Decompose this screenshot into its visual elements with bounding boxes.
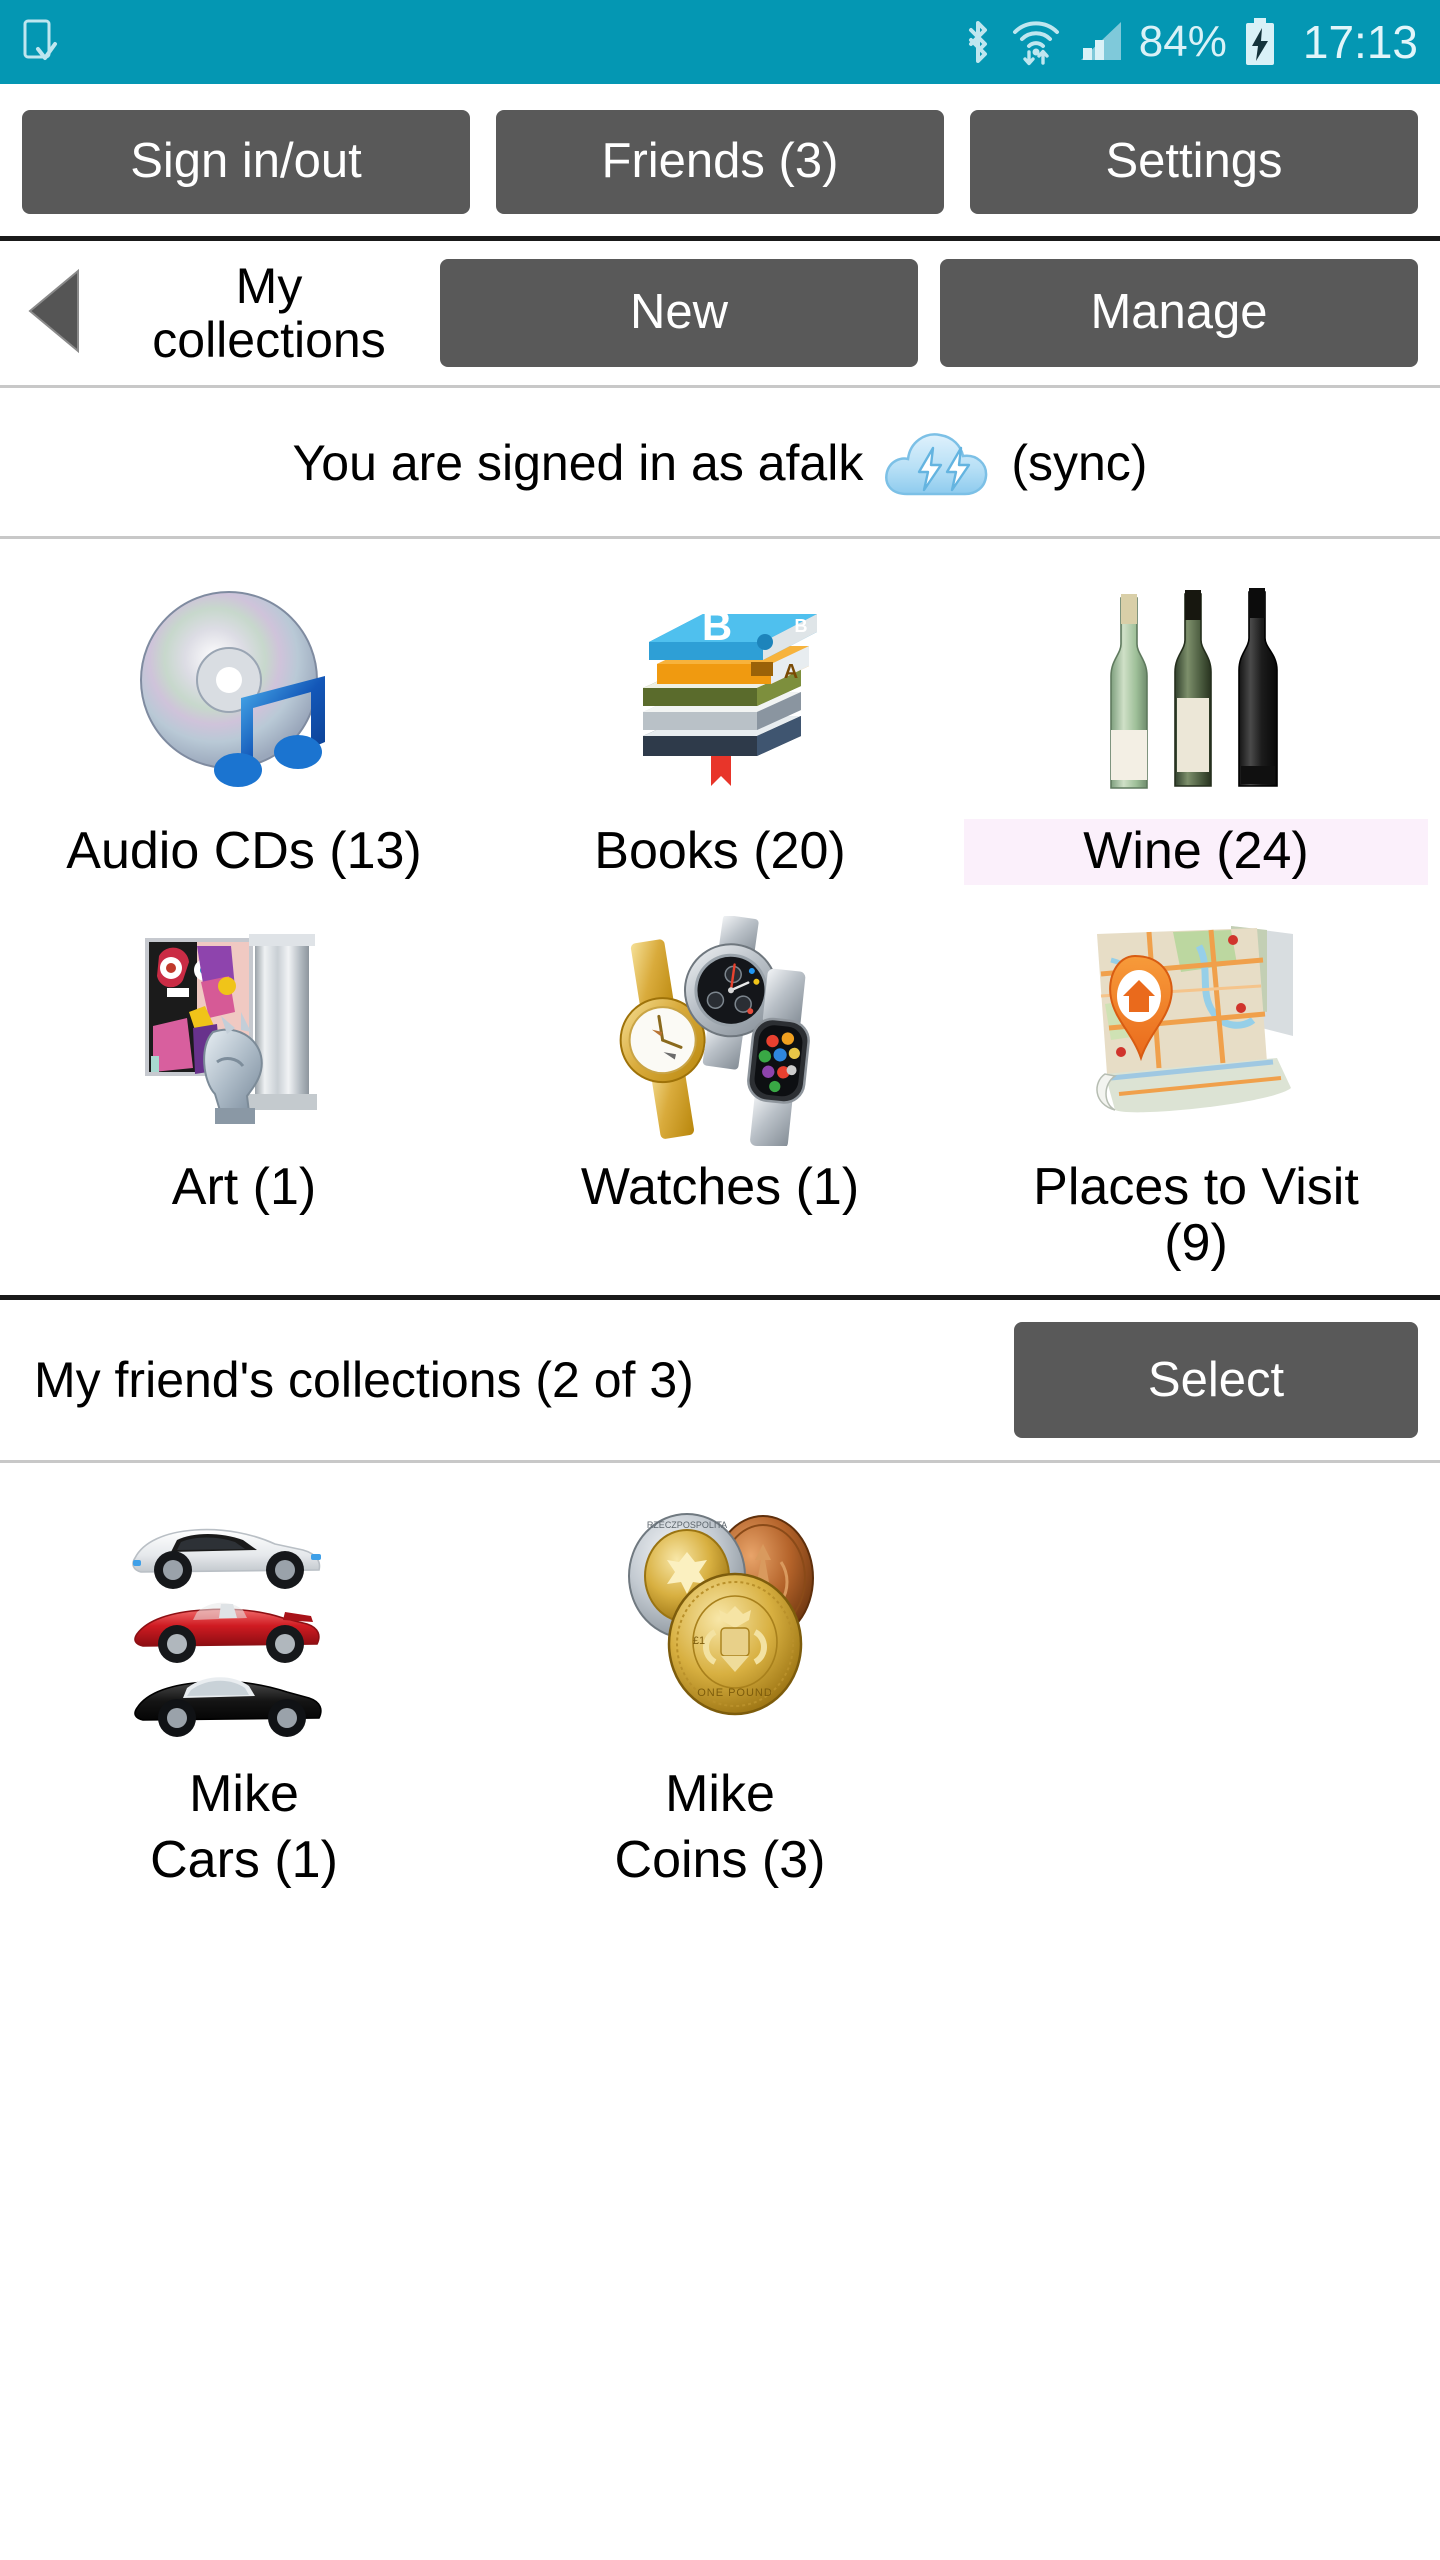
books-stack-icon: A B B bbox=[488, 571, 952, 819]
collection-label: Watches (1) bbox=[580, 1158, 860, 1217]
friend-collection-item-coins[interactable]: RZECZPOSPOLITA ONE POUND £1 Mike Coins (… bbox=[482, 1485, 958, 1898]
collection-label: Books (20) bbox=[594, 822, 846, 880]
friend-collection-label: Cars (1) bbox=[150, 1830, 338, 1889]
svg-text:B: B bbox=[795, 616, 808, 636]
friend-collection-owner: Mike bbox=[189, 1765, 299, 1824]
battery-percent-label: 84% bbox=[1138, 17, 1227, 66]
back-triangle-icon bbox=[24, 267, 88, 360]
manage-collections-button[interactable]: Manage bbox=[940, 259, 1418, 367]
collection-label: Audio CDs (13) bbox=[66, 822, 422, 880]
settings-button[interactable]: Settings bbox=[970, 110, 1418, 214]
status-bar-right: 84% 17:13 bbox=[961, 15, 1418, 69]
svg-text:RZECZPOSPOLITA: RZECZPOSPOLITA bbox=[647, 1520, 727, 1530]
collection-item-books[interactable]: A B B Books (20) bbox=[482, 557, 958, 893]
svg-text:ONE POUND: ONE POUND bbox=[697, 1687, 773, 1699]
art-painting-icon bbox=[12, 907, 476, 1155]
sync-label[interactable]: (sync) bbox=[1011, 434, 1147, 492]
collection-item-art[interactable]: Art (1) bbox=[6, 893, 482, 1285]
svg-text:£1: £1 bbox=[693, 1635, 705, 1647]
audio-cd-icon bbox=[12, 571, 476, 819]
cellular-signal-icon bbox=[1077, 20, 1123, 64]
back-button[interactable] bbox=[14, 261, 98, 365]
friends-section-title: My friend's collections (2 of 3) bbox=[34, 1352, 694, 1409]
battery-charging-icon bbox=[1243, 17, 1277, 67]
svg-text:B: B bbox=[702, 602, 732, 649]
friend-collections-grid: Mike Cars (1) RZECZPOSPOLITA ONE POUND £… bbox=[0, 1463, 1440, 1908]
map-pin-icon bbox=[964, 907, 1428, 1155]
watches-icon bbox=[488, 907, 952, 1155]
cars-icon bbox=[12, 1499, 476, 1759]
svg-text:A: A bbox=[784, 661, 798, 683]
new-collection-button[interactable]: New bbox=[440, 259, 918, 367]
account-status-bar: You are signed in as afalk (sync) bbox=[0, 388, 1440, 536]
friend-collection-owner: Mike bbox=[665, 1765, 775, 1824]
clock-label: 17:13 bbox=[1302, 16, 1418, 68]
collection-label: Places to Visit (9) bbox=[1033, 1158, 1359, 1273]
wine-bottles-icon bbox=[964, 571, 1428, 819]
page-title: My collections bbox=[152, 258, 386, 368]
bluetooth-icon bbox=[961, 18, 995, 66]
collection-item-places-to-visit[interactable]: Places to Visit (9) bbox=[958, 893, 1434, 1285]
collection-item-watches[interactable]: Watches (1) bbox=[482, 893, 958, 1285]
friends-section-header: My friend's collections (2 of 3) Select bbox=[0, 1300, 1440, 1460]
status-bar-left bbox=[22, 19, 60, 65]
collection-item-wine[interactable]: Wine (24) bbox=[958, 557, 1434, 893]
friend-collection-empty-slot bbox=[958, 1485, 1434, 1898]
cloud-sync-icon[interactable] bbox=[881, 424, 993, 502]
signed-in-status-label: You are signed in as afalk bbox=[292, 435, 864, 491]
wifi-icon bbox=[1011, 18, 1061, 66]
collection-label: Wine (24) bbox=[964, 819, 1428, 886]
friend-collection-label: Coins (3) bbox=[614, 1830, 826, 1889]
nav-bar: My collections New Manage bbox=[0, 241, 1440, 385]
my-collections-grid: Audio CDs (13) A B B Books (20) Wine (24… bbox=[0, 539, 1440, 1295]
friends-button[interactable]: Friends (3) bbox=[496, 110, 944, 214]
status-bar: 84% 17:13 bbox=[0, 0, 1440, 84]
collection-label: Art (1) bbox=[171, 1158, 317, 1217]
friend-collection-item-cars[interactable]: Mike Cars (1) bbox=[6, 1485, 482, 1898]
coins-icon: RZECZPOSPOLITA ONE POUND £1 bbox=[488, 1499, 952, 1759]
top-action-bar: Sign in/out Friends (3) Settings bbox=[0, 84, 1440, 236]
document-check-icon bbox=[22, 19, 60, 65]
collection-item-audio-cds[interactable]: Audio CDs (13) bbox=[6, 557, 482, 893]
sign-in-out-button[interactable]: Sign in/out bbox=[22, 110, 470, 214]
select-friend-button[interactable]: Select bbox=[1014, 1322, 1418, 1439]
